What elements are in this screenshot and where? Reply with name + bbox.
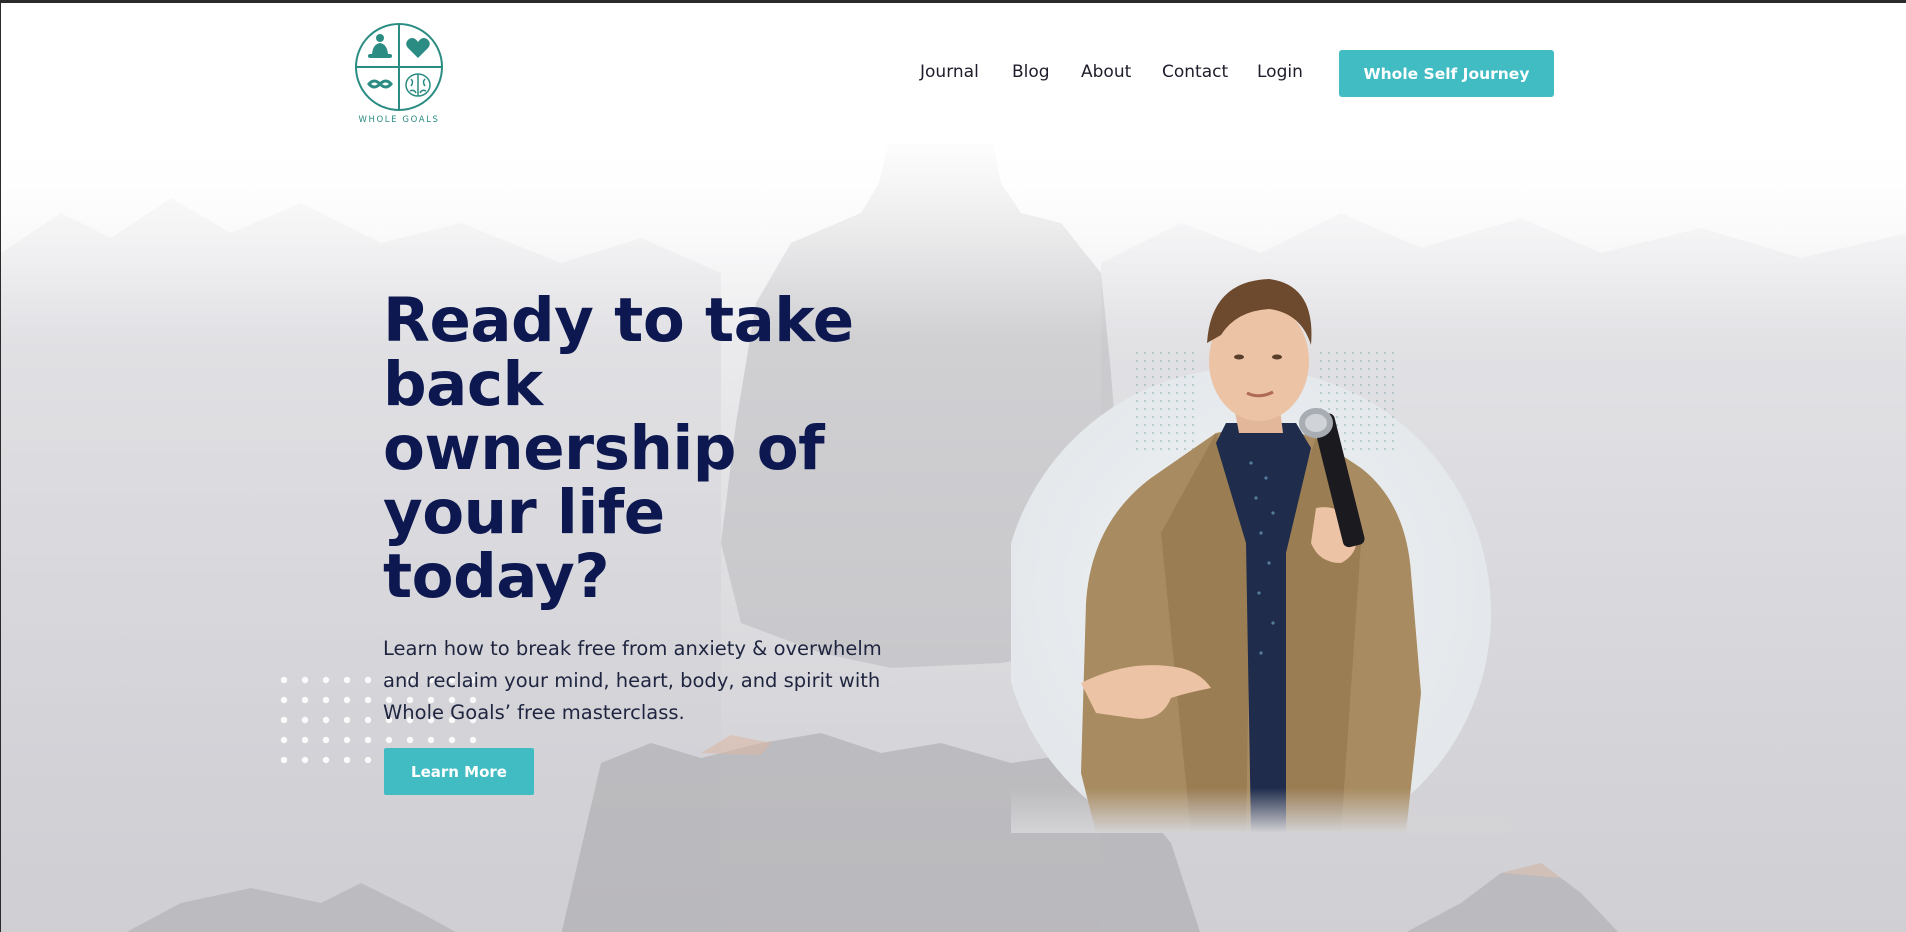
learn-more-button[interactable]: Learn More	[384, 748, 534, 795]
speaker-portrait	[1011, 279, 1511, 833]
whole-self-journey-button[interactable]: Whole Self Journey	[1339, 50, 1554, 97]
nav-link-about[interactable]: About	[1081, 62, 1131, 82]
hero-subtext: Learn how to break free from anxiety & o…	[383, 637, 882, 724]
logo-wordmark: WHOLE GOALS	[358, 115, 440, 125]
nav-link-journal[interactable]: Journal	[920, 62, 979, 82]
nav-link-login[interactable]: Login	[1257, 62, 1303, 82]
hero-background	[1, 143, 1906, 932]
logo[interactable]: WHOLE GOALS	[353, 21, 445, 129]
logo-mark	[355, 23, 443, 111]
nav-link-blog[interactable]: Blog	[1012, 62, 1050, 82]
nav-link-contact[interactable]: Contact	[1162, 62, 1228, 82]
mountain-silhouette-image	[1, 143, 1906, 932]
hero-headline: Ready to take back ownership of your lif…	[383, 285, 854, 612]
